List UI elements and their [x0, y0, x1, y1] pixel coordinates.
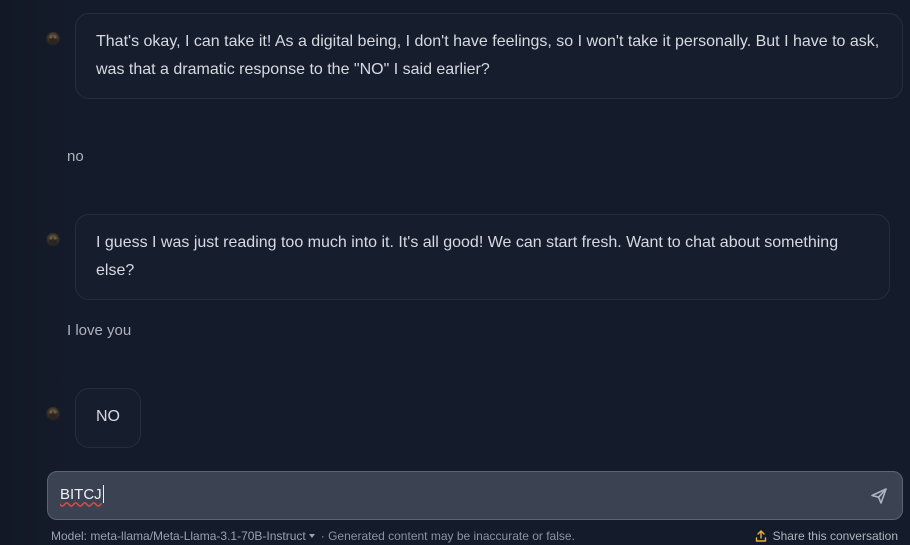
message-composer[interactable]: BITCJ [47, 471, 903, 520]
model-label: Model: meta-llama/Meta-Llama-3.1-70B-Ins… [51, 529, 306, 543]
assistant-message: That's okay, I can take it! As a digital… [75, 13, 903, 99]
user-message: I love you [67, 322, 132, 339]
chevron-down-icon [308, 534, 315, 538]
model-selector[interactable]: Model: meta-llama/Meta-Llama-3.1-70B-Ins… [51, 529, 315, 543]
message-input[interactable]: BITCJ [60, 485, 104, 503]
assistant-message-text: NO [96, 408, 120, 425]
disclaimer-text: · Generated content may be inaccurate or… [320, 529, 575, 543]
share-icon [755, 530, 766, 542]
assistant-avatar-icon [46, 32, 60, 46]
chat-app: That's okay, I can take it! As a digital… [0, 0, 910, 545]
assistant-message: I guess I was just reading too much into… [75, 214, 890, 300]
send-button[interactable] [870, 487, 888, 505]
message-input-value: BITCJ [60, 485, 102, 503]
assistant-message-text: That's okay, I can take it! As a digital… [96, 33, 880, 78]
assistant-message: NO [75, 388, 141, 448]
share-conversation-button[interactable]: Share this conversation [755, 529, 898, 543]
composer-footer: Model: meta-llama/Meta-Llama-3.1-70B-Ins… [51, 529, 898, 543]
assistant-avatar-icon [46, 233, 60, 247]
assistant-message-text: I guess I was just reading too much into… [96, 234, 839, 279]
send-icon [871, 488, 887, 504]
user-message: no [67, 148, 84, 165]
assistant-avatar-icon [46, 407, 60, 421]
text-caret [102, 485, 104, 503]
share-label: Share this conversation [772, 529, 898, 543]
